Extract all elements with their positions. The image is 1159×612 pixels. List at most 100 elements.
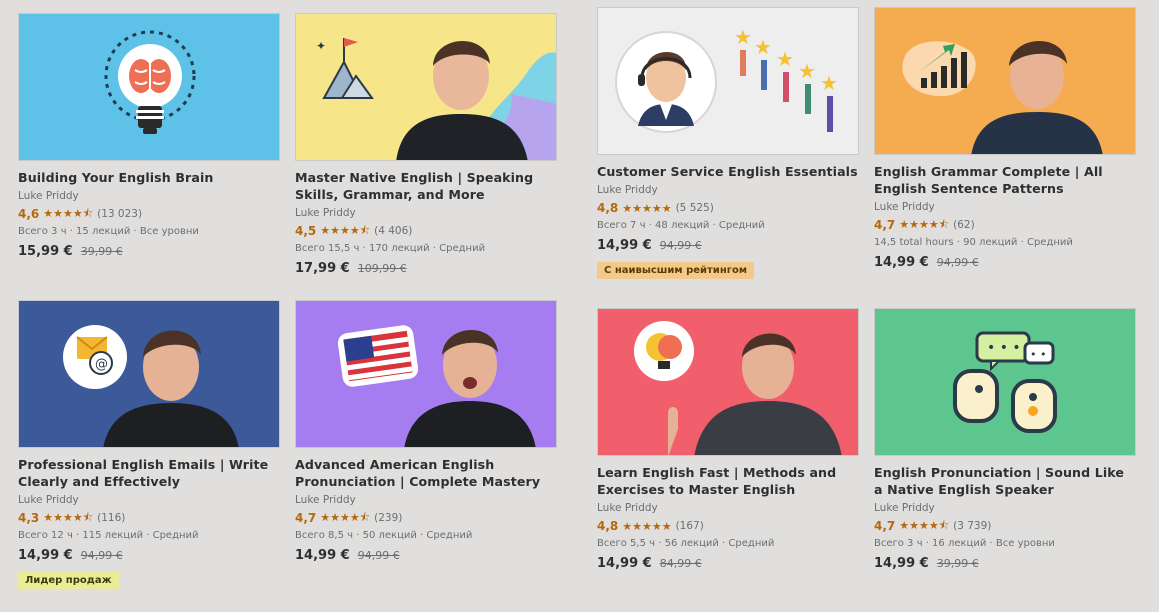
star-rating-icon: ★★★★⯪ bbox=[43, 206, 94, 220]
course-title[interactable]: Advanced American English Pronunciation … bbox=[295, 456, 557, 490]
star-rating-icon: ★★★★⯪ bbox=[899, 217, 950, 231]
top-rated-badge: С наивысшим рейтингом bbox=[597, 262, 754, 279]
course-thumbnail[interactable]: • • • • • • bbox=[874, 308, 1136, 456]
course-meta: Всего 3 ч · 15 лекций · Все уровни bbox=[18, 226, 199, 237]
rating-value: 4,3 bbox=[18, 511, 40, 525]
star-rating-icon: ★★★★⯪ bbox=[320, 223, 371, 237]
current-price: 17,99 € bbox=[295, 261, 350, 276]
course-author: Luke Priddy bbox=[874, 502, 935, 514]
course-card[interactable]: Learn English Fast | Methods and Exercis… bbox=[597, 308, 859, 571]
customer-service-icon: ★ ★ ★ ★ ★ bbox=[615, 25, 838, 133]
star-rating-icon: ★★★★⯪ bbox=[320, 510, 371, 524]
rating-value: 4,5 bbox=[295, 224, 317, 238]
instructor-photo: @ bbox=[63, 325, 239, 447]
price-row: 14,99 € 94,99 € bbox=[295, 548, 557, 563]
price-row: 17,99 € 109,99 € bbox=[295, 261, 557, 276]
price-row: 14,99 € 94,99 € bbox=[874, 255, 1136, 270]
course-thumbnail[interactable] bbox=[18, 13, 280, 161]
original-price: 94,99 € bbox=[659, 239, 702, 252]
star-rating-icon: ★★★★★ bbox=[622, 201, 672, 215]
rating-row: 4,6 ★★★★⯪ (13 023) bbox=[18, 206, 280, 222]
course-meta: Всего 3 ч · 16 лекций · Все уровни bbox=[874, 538, 1055, 549]
current-price: 14,99 € bbox=[295, 548, 350, 563]
course-author: Luke Priddy bbox=[295, 207, 356, 219]
stars-people-icon: ★ ★ ★ ★ ★ bbox=[734, 25, 838, 132]
svg-text:@: @ bbox=[95, 357, 108, 372]
course-author: Luke Priddy bbox=[295, 494, 356, 506]
course-title[interactable]: Building Your English Brain bbox=[18, 169, 280, 186]
instructor-photo bbox=[634, 321, 842, 455]
svg-text:★: ★ bbox=[776, 47, 794, 71]
course-title[interactable]: English Grammar Complete | All English S… bbox=[874, 163, 1136, 197]
course-meta: Всего 5,5 ч · 56 лекций · Средний bbox=[597, 538, 775, 549]
course-title[interactable]: English Pronunciation | Sound Like a Nat… bbox=[874, 464, 1136, 498]
review-count: (116) bbox=[97, 512, 126, 524]
course-card[interactable]: • • • • • • English Pronunciation | Soun… bbox=[874, 308, 1136, 571]
course-author: Luke Priddy bbox=[597, 184, 658, 196]
instructor-photo: ✦ bbox=[316, 38, 556, 160]
svg-text:✦: ✦ bbox=[316, 39, 326, 53]
course-thumbnail[interactable] bbox=[295, 300, 557, 448]
course-meta: Всего 8,5 ч · 50 лекций · Средний bbox=[295, 530, 473, 541]
course-thumbnail[interactable]: ✦ bbox=[295, 13, 557, 161]
review-count: (5 525) bbox=[675, 202, 714, 214]
us-flag-icon bbox=[337, 325, 419, 387]
rating-row: 4,7 ★★★★⯪ (62) bbox=[874, 217, 1136, 233]
course-thumbnail[interactable] bbox=[597, 308, 859, 456]
review-count: (4 406) bbox=[374, 225, 413, 237]
svg-text:★: ★ bbox=[820, 71, 838, 95]
current-price: 14,99 € bbox=[874, 255, 929, 270]
svg-text:★: ★ bbox=[734, 25, 752, 49]
original-price: 94,99 € bbox=[80, 549, 123, 562]
rating-value: 4,7 bbox=[874, 519, 896, 533]
original-price: 109,99 € bbox=[357, 262, 407, 275]
rating-row: 4,7 ★★★★⯪ (239) bbox=[295, 510, 557, 526]
course-meta: 14,5 total hours · 90 лекций · Средний bbox=[874, 237, 1073, 248]
instructor-photo bbox=[902, 40, 1103, 154]
course-card[interactable]: ✦ Master Native English | Speaking Skill… bbox=[295, 13, 557, 276]
original-price: 94,99 € bbox=[936, 256, 979, 269]
current-price: 14,99 € bbox=[597, 556, 652, 571]
review-count: (3 739) bbox=[953, 520, 992, 532]
rating-value: 4,8 bbox=[597, 519, 619, 533]
course-card[interactable]: Advanced American English Pronunciation … bbox=[295, 300, 557, 563]
rating-row: 4,5 ★★★★⯪ (4 406) bbox=[295, 223, 557, 239]
rating-value: 4,7 bbox=[874, 218, 896, 232]
review-count: (239) bbox=[374, 512, 403, 524]
instructor-photo bbox=[337, 325, 536, 447]
rating-row: 4,8 ★★★★★ (167) bbox=[597, 518, 859, 534]
rating-value: 4,8 bbox=[597, 201, 619, 215]
course-author: Luke Priddy bbox=[18, 494, 79, 506]
current-price: 14,99 € bbox=[874, 556, 929, 571]
rating-value: 4,6 bbox=[18, 207, 40, 221]
price-row: 14,99 € 94,99 € bbox=[597, 238, 859, 253]
current-price: 14,99 € bbox=[18, 548, 73, 563]
course-card[interactable]: Building Your English Brain Luke Priddy … bbox=[18, 13, 280, 259]
course-title[interactable]: Master Native English | Speaking Skills,… bbox=[295, 169, 557, 203]
course-card[interactable]: English Grammar Complete | All English S… bbox=[874, 7, 1136, 270]
course-title[interactable]: Learn English Fast | Methods and Exercis… bbox=[597, 464, 859, 498]
course-title[interactable]: Customer Service English Essentials bbox=[597, 163, 859, 180]
rating-row: 4,8 ★★★★★ (5 525) bbox=[597, 200, 859, 216]
brain-bulb-icon bbox=[104, 30, 196, 134]
course-meta: Всего 7 ч · 48 лекций · Средний bbox=[597, 220, 765, 231]
price-row: 14,99 € 84,99 € bbox=[597, 556, 859, 571]
course-thumbnail[interactable]: ★ ★ ★ ★ ★ bbox=[597, 7, 859, 155]
star-rating-icon: ★★★★⯪ bbox=[43, 510, 94, 524]
course-thumbnail[interactable] bbox=[874, 7, 1136, 155]
course-title[interactable]: Professional English Emails | Write Clea… bbox=[18, 456, 280, 490]
course-card[interactable]: @ Professional English Emails | Write Cl… bbox=[18, 300, 280, 589]
rating-row: 4,7 ★★★★⯪ (3 739) bbox=[874, 518, 1136, 534]
star-rating-icon: ★★★★⯪ bbox=[899, 518, 950, 532]
course-card[interactable]: ★ ★ ★ ★ ★ Customer Service English Essen… bbox=[597, 7, 859, 279]
speech-faces-icon: • • • • • • bbox=[953, 331, 1057, 433]
course-thumbnail[interactable]: @ bbox=[18, 300, 280, 448]
mountain-flag-icon: ✦ bbox=[316, 38, 374, 99]
review-count: (62) bbox=[953, 219, 975, 231]
course-meta: Всего 15,5 ч · 170 лекций · Средний bbox=[295, 243, 486, 254]
original-price: 94,99 € bbox=[357, 549, 400, 562]
svg-text:★: ★ bbox=[754, 35, 772, 59]
original-price: 39,99 € bbox=[936, 557, 979, 570]
rating-value: 4,7 bbox=[295, 511, 317, 525]
svg-text:★: ★ bbox=[798, 59, 816, 83]
